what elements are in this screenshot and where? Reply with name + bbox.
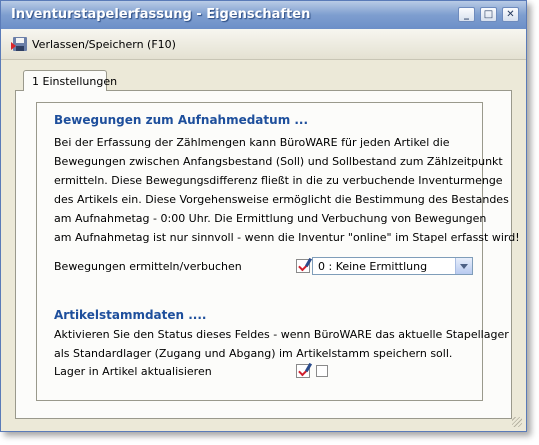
description-line: des Artikels ein. Diese Vorgehensweise e… (54, 193, 509, 206)
description-line: Bei der Erfassung der Zählmengen kann Bü… (54, 136, 450, 149)
description-line: Bewegungen zwischen Anfangsbestand (Soll… (54, 155, 503, 168)
description-line: am Aufnahmetag - 0:00 Uhr. Die Ermittlun… (54, 212, 487, 225)
save-exit-label: Verlassen/Speichern (F10) (32, 37, 176, 51)
select-value: 0 : Keine Ermittlung (318, 260, 428, 273)
tab-einstellungen[interactable]: 1 Einstellungen (23, 70, 117, 91)
title-bar[interactable]: Inventurstapelerfassung - Eigenschaften … (1, 1, 526, 29)
section-heading-bewegungen: Bewegungen zum Aufnahmedatum ... (54, 113, 309, 127)
lager-aktualisieren-checkbox[interactable] (316, 365, 328, 377)
description-line: Aktivieren Sie den Status dieses Feldes … (54, 328, 509, 341)
resize-grip-icon[interactable] (512, 417, 522, 427)
bewegungen-select[interactable]: 0 : Keine Ermittlung (312, 257, 473, 275)
toolbar: Verlassen/Speichern (F10) (1, 29, 526, 60)
field-label-lager: Lager in Artikel aktualisieren (54, 365, 212, 378)
description-line: als Standardlager (Zugang und Abgang) im… (54, 347, 453, 360)
section-description-bewegungen: Bei der Erfassung der Zählmengen kann Bü… (54, 133, 520, 247)
field-label-bewegungen: Bewegungen ermitteln/verbuchen (54, 260, 242, 273)
edit-check-icon (296, 362, 313, 378)
close-button[interactable]: ✕ (502, 7, 519, 22)
description-line: am Aufnahmetag ist nur sinnvoll - wenn d… (54, 231, 520, 244)
maximize-button[interactable]: □ (480, 7, 497, 22)
chevron-down-icon[interactable] (455, 258, 472, 274)
save-disk-icon (11, 37, 27, 51)
section-description-artikelstamm: Aktivieren Sie den Status dieses Feldes … (54, 325, 509, 363)
edit-check-icon (296, 257, 313, 273)
window-title: Inventurstapelerfassung - Eigenschaften (11, 7, 311, 22)
minimize-button[interactable]: _ (458, 7, 475, 22)
description-line: ermitteln. Diese Bewegungsdifferenz flie… (54, 174, 503, 187)
save-exit-button[interactable]: Verlassen/Speichern (F10) (11, 37, 176, 51)
section-heading-artikelstamm: Artikelstammdaten .... (54, 308, 207, 322)
